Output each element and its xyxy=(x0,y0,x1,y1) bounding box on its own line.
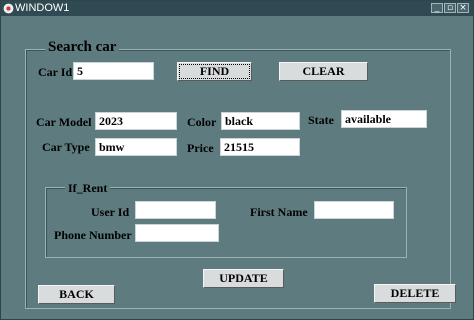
window-title: WINDOW1 xyxy=(15,2,70,14)
car-id-field[interactable]: 5 xyxy=(73,62,154,80)
car-type-label: Car Type xyxy=(42,140,90,154)
color-field[interactable]: black xyxy=(221,112,300,130)
price-field[interactable]: 21515 xyxy=(220,138,300,156)
phone-number-label: Phone Number xyxy=(54,228,132,242)
first-name-label: First Name xyxy=(250,205,308,219)
clear-button[interactable]: CLEAR xyxy=(279,62,368,81)
if-rent-group xyxy=(45,187,407,258)
user-id-label: User Id xyxy=(91,205,130,219)
delete-button[interactable]: DELETE xyxy=(374,284,456,303)
minimize-icon[interactable]: _ xyxy=(431,3,443,13)
user-id-field[interactable] xyxy=(135,201,216,219)
close-icon[interactable]: × xyxy=(457,3,469,13)
state-field[interactable]: available xyxy=(341,110,427,128)
find-button[interactable]: FIND xyxy=(177,62,252,81)
price-label: Price xyxy=(187,141,214,155)
back-button[interactable]: BACK xyxy=(38,285,115,304)
car-model-label: Car Model xyxy=(36,115,92,129)
search-car-legend: Search car xyxy=(45,39,120,56)
title-bar: WINDOW1 _ ▫ × xyxy=(1,1,473,16)
app-icon xyxy=(3,3,14,14)
state-label: State xyxy=(308,113,334,127)
app-window: WINDOW1 _ ▫ × Search car Car Id 5 FIND C… xyxy=(0,0,474,320)
update-button[interactable]: UPDATE xyxy=(203,269,284,288)
car-id-label: Car Id xyxy=(38,65,73,79)
car-type-field[interactable]: bmw xyxy=(95,138,177,156)
if-rent-legend: If_Rent xyxy=(65,181,111,196)
maximize-icon[interactable]: ▫ xyxy=(444,3,456,13)
car-model-field[interactable]: 2023 xyxy=(95,112,177,130)
first-name-field[interactable] xyxy=(314,201,394,219)
color-label: Color xyxy=(187,115,217,129)
phone-number-field[interactable] xyxy=(135,224,219,242)
